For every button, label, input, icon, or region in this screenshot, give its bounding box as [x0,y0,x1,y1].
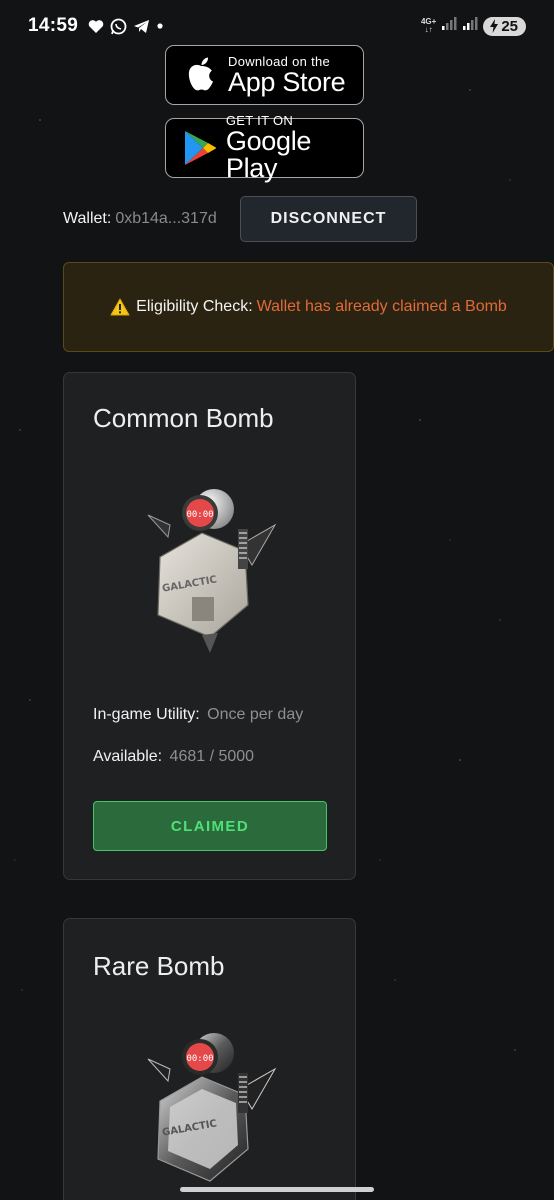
network-type: 4G+ ↓↑ [420,17,437,34]
signal-icon [441,16,457,36]
telegram-icon [133,19,150,34]
utility-row: In-game Utility: Once per day [93,706,303,724]
apple-icon [178,56,224,94]
google-play-icon [178,129,222,167]
disconnect-button[interactable]: DISCONNECT [240,196,417,242]
available-value: 4681 / 5000 [169,748,255,765]
eligibility-alert: Eligibility Check: Wallet has already cl… [63,262,554,352]
bomb-timer: 00:00 [186,1054,213,1064]
status-time: 14:59 [28,15,79,36]
rare-bomb-image: 00:00 GALACTIC [140,1029,280,1197]
home-indicator[interactable] [180,1187,374,1192]
google-play-button[interactable]: GET IT ON Google Play [165,114,364,182]
claimed-button[interactable]: CLAIMED [93,801,327,851]
utility-value: Once per day [207,706,304,723]
app-store-button[interactable]: Download on the App Store [165,45,364,105]
warning-icon [110,298,130,316]
eligibility-message: Wallet has already claimed a Bomb [256,298,507,315]
common-bomb-image: 00:00 GALACTIC [140,485,280,653]
eligibility-label: Eligibility Check: [136,298,253,315]
app-store-big-text: App Store [228,66,346,97]
whatsapp-icon [110,18,127,35]
wallet-label: Wallet: [63,210,112,227]
battery-indicator: 25 [483,16,526,36]
available-label: Available: [93,748,163,765]
charging-icon [490,19,499,33]
wallet-address: 0xb14a...317d [115,210,217,227]
heart-icon [88,19,104,34]
bomb-timer: 00:00 [186,510,213,520]
signal-icon-2 [462,16,478,36]
card-title: Common Bomb [93,403,274,433]
wallet-info: Wallet: 0xb14a...317d [63,196,217,242]
app-store-small-text: Download on the [228,53,331,69]
utility-label: In-game Utility: [93,706,200,723]
rare-bomb-card: Rare Bomb 00:00 GALACTIC [63,918,356,1200]
card-title: Rare Bomb [93,951,225,981]
common-bomb-card: Common Bomb 00:00 GALACTIC In-game Utili… [63,372,356,880]
google-play-big-text: Google Play [225,126,312,183]
dot-icon [156,22,164,30]
available-row: Available: 4681 / 5000 [93,748,254,766]
